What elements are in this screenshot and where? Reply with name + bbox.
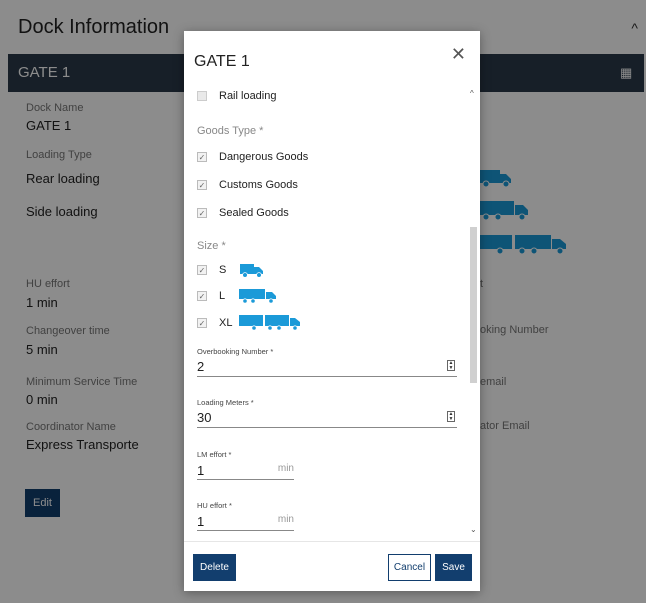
customs-goods-option[interactable]: ✓ Customs Goods (197, 177, 298, 193)
dangerous-goods-label: Dangerous Goods (219, 151, 309, 163)
dangerous-goods-checkbox[interactable]: ✓ (197, 152, 207, 162)
chevron-down-icon[interactable]: ⌄ (470, 525, 477, 534)
size-s-option[interactable]: ✓ S (197, 262, 265, 278)
scrollbar-thumb[interactable] (470, 227, 477, 383)
save-button[interactable]: Save (435, 554, 472, 581)
edit-gate-dialog: GATE 1 ✕ Rail loading Goods Type * ✓ Dan… (184, 31, 480, 591)
customs-goods-checkbox[interactable]: ✓ (197, 180, 207, 190)
size-xl-option[interactable]: ✓ XL (197, 315, 301, 331)
hu-effort-unit: min (277, 514, 294, 525)
dialog-scroll-area[interactable]: Rail loading Goods Type * ✓ Dangerous Go… (184, 83, 480, 541)
hu-effort-input[interactable]: 1 min (197, 509, 294, 531)
close-icon[interactable]: ✕ (451, 45, 466, 63)
hu-effort-value: 1 (197, 514, 205, 529)
dangerous-goods-option[interactable]: ✓ Dangerous Goods (197, 149, 308, 165)
number-stepper-icon[interactable]: ▲ ▼ (447, 411, 455, 422)
sealed-goods-checkbox[interactable]: ✓ (197, 208, 207, 218)
loading-meters-value: 30 (197, 410, 212, 425)
van-icon (240, 264, 263, 278)
number-stepper-icon[interactable]: ▲ ▼ (447, 360, 455, 371)
sealed-goods-option[interactable]: ✓ Sealed Goods (197, 205, 289, 221)
size-l-option[interactable]: ✓ L (197, 288, 277, 304)
customs-goods-label: Customs Goods (219, 179, 298, 191)
dialog-footer: Delete Cancel Save (184, 541, 480, 591)
goods-type-label: Goods Type * (197, 125, 264, 137)
loading-meters-input[interactable]: 30 ▲ ▼ (197, 406, 457, 428)
size-l-checkbox[interactable]: ✓ (197, 291, 207, 301)
dialog-scrollbar[interactable]: ^ ⌄ (470, 89, 478, 534)
size-s-label: S (219, 264, 227, 276)
chevron-up-icon[interactable]: ^ (470, 89, 474, 98)
cancel-button[interactable]: Cancel (388, 554, 431, 581)
overbooking-number-value: 2 (197, 359, 205, 374)
rail-loading-label: Rail loading (219, 90, 277, 102)
size-s-checkbox[interactable]: ✓ (197, 265, 207, 275)
sealed-goods-label: Sealed Goods (219, 207, 289, 219)
lm-effort-unit: min (277, 463, 294, 474)
size-label: Size * (197, 240, 226, 252)
size-l-label: L (219, 290, 226, 302)
lm-effort-value: 1 (197, 463, 205, 478)
truck-icon (239, 289, 276, 304)
dialog-title: GATE 1 (194, 53, 250, 70)
size-xl-label: XL (219, 317, 233, 329)
delete-button[interactable]: Delete (193, 554, 236, 581)
lm-effort-input[interactable]: 1 min (197, 458, 294, 480)
rail-loading-checkbox[interactable] (197, 91, 207, 101)
truck-trailer-icon (239, 315, 300, 331)
rail-loading-option[interactable]: Rail loading (197, 88, 276, 104)
overbooking-number-input[interactable]: 2 ▲ ▼ (197, 355, 457, 377)
size-xl-checkbox[interactable]: ✓ (197, 318, 207, 328)
